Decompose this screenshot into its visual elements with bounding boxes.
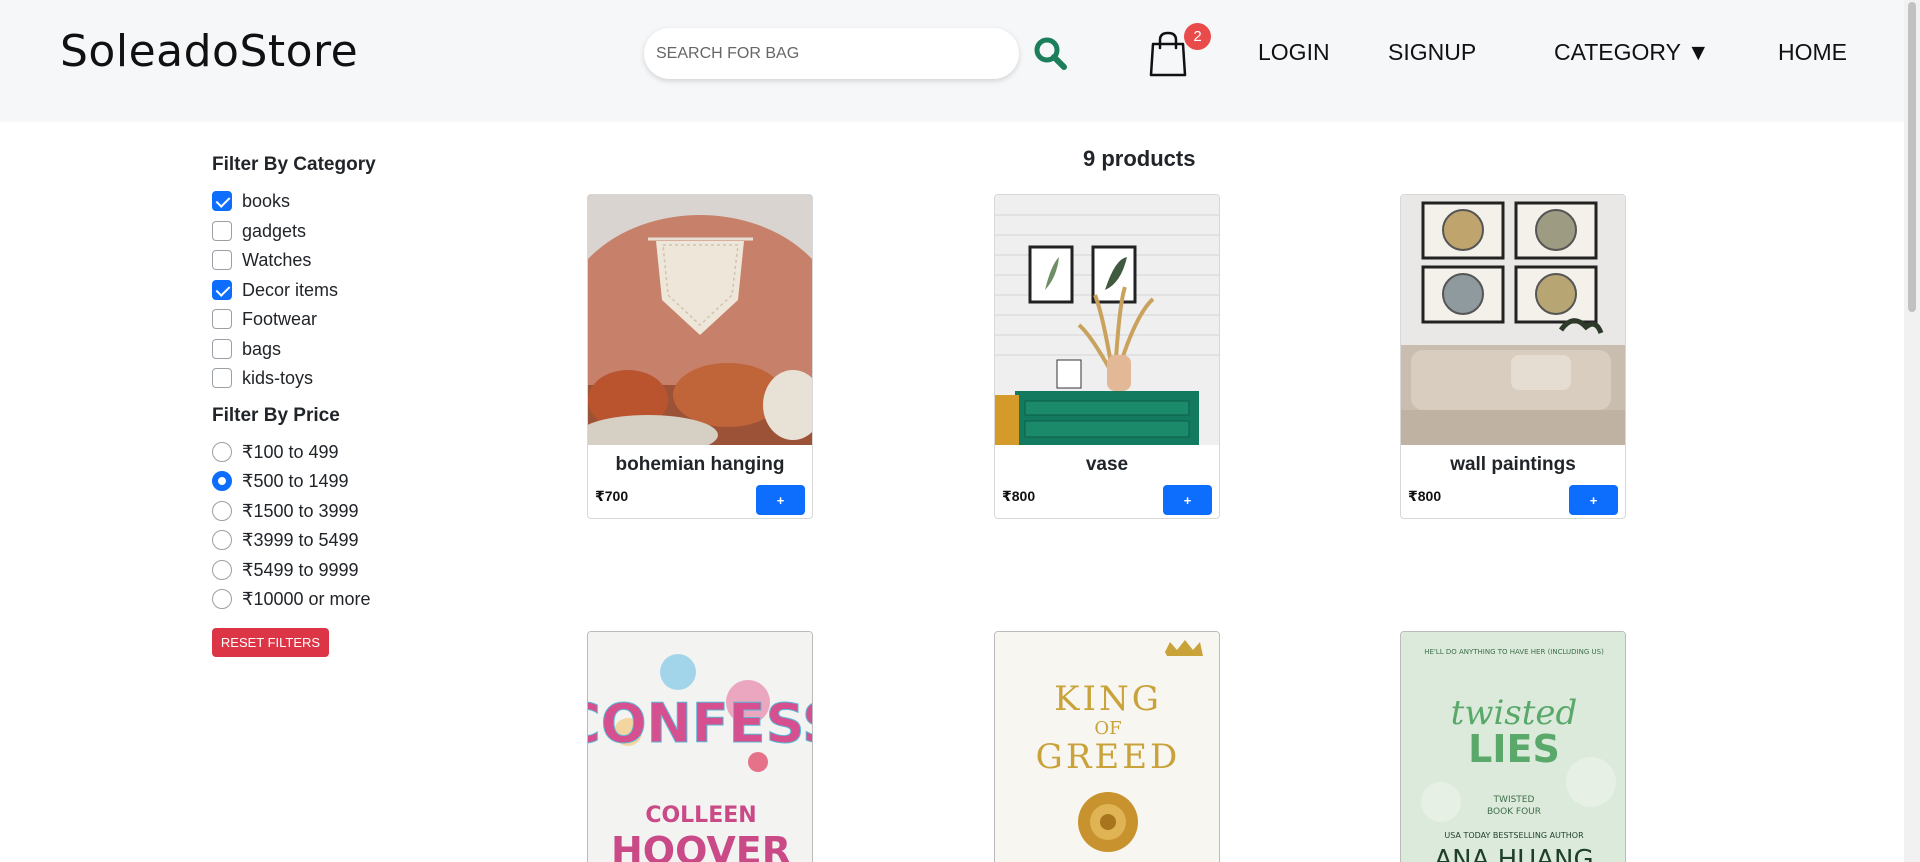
book-title: LIES	[1468, 727, 1560, 771]
filter-category-title: Filter By Category	[212, 154, 376, 175]
product-price: ₹700	[595, 488, 629, 504]
filter-label: kids-toys	[242, 367, 314, 388]
product-card[interactable]: CONFESS COLLEEN HOOVER	[587, 631, 813, 862]
filter-category-footwear[interactable]: Footwear	[212, 308, 317, 330]
book-title: KING	[1054, 679, 1162, 719]
product-price: ₹800	[1002, 488, 1036, 504]
reset-filters-button[interactable]: RESET FILTERS	[212, 628, 329, 657]
radio-button[interactable]	[212, 530, 232, 550]
product-card[interactable]: HE'LL DO ANYTHING TO HAVE HER (INCLUDING…	[1400, 631, 1626, 862]
checkbox[interactable]	[212, 280, 232, 300]
cart-count-badge: 2	[1184, 23, 1211, 50]
product-card[interactable]: wall paintings ₹800 +	[1400, 194, 1626, 519]
filter-price-10000-plus[interactable]: ₹10000 or more	[212, 588, 371, 610]
filter-label: ₹5499 to 9999	[242, 559, 359, 580]
book-title: CONFESS	[588, 692, 813, 755]
book-title: OF	[1094, 718, 1121, 739]
filter-label: ₹500 to 1499	[242, 470, 349, 491]
product-card[interactable]: KING OF GREED	[994, 631, 1220, 862]
filter-category-decor-items[interactable]: Decor items	[212, 279, 338, 301]
filter-label: books	[242, 190, 291, 211]
product-image[interactable]	[1401, 195, 1625, 445]
filter-category-kids-toys[interactable]: kids-toys	[212, 367, 313, 389]
filter-label: Decor items	[242, 279, 339, 300]
product-name: vase	[1085, 454, 1129, 475]
product-image[interactable]: CONFESS COLLEEN HOOVER	[588, 632, 813, 862]
book-series: TWISTED	[1493, 795, 1535, 805]
book-tagline: USA TODAY BESTSELLING AUTHOR	[1444, 831, 1584, 840]
filter-price-500-1499[interactable]: ₹500 to 1499	[212, 470, 349, 492]
nav-login[interactable]: LOGIN	[1258, 39, 1330, 66]
product-card[interactable]: vase ₹800 +	[994, 194, 1220, 519]
filter-category-bags[interactable]: bags	[212, 338, 281, 360]
product-image[interactable]	[995, 195, 1219, 445]
radio-button[interactable]	[212, 589, 232, 609]
filter-label: ₹1500 to 3999	[242, 500, 359, 521]
product-image[interactable]	[588, 195, 812, 445]
filter-price-100-499[interactable]: ₹100 to 499	[212, 441, 339, 463]
checkbox[interactable]	[212, 368, 232, 388]
product-name: wall paintings	[1450, 454, 1576, 475]
book-author: ANA HUANG	[1434, 845, 1593, 862]
filter-label: Footwear	[242, 308, 318, 329]
header: SoleadoStore 2 LOGIN SIGNUP CATEGORY ▼ H…	[0, 0, 1904, 122]
product-image[interactable]: KING OF GREED	[995, 632, 1220, 862]
filter-price-title: Filter By Price	[212, 405, 340, 426]
filter-category-watches[interactable]: Watches	[212, 249, 311, 271]
products-count: 9 products	[1083, 146, 1196, 171]
shopping-bag-icon[interactable]	[1148, 30, 1188, 78]
filter-category-gadgets[interactable]: gadgets	[212, 220, 306, 242]
nav-signup[interactable]: SIGNUP	[1388, 39, 1476, 66]
product-card[interactable]: bohemian hanging ₹700 +	[587, 194, 813, 519]
radio-button[interactable]	[212, 560, 232, 580]
search-input[interactable]	[644, 28, 1019, 79]
filter-price-5499-9999[interactable]: ₹5499 to 9999	[212, 559, 359, 581]
checkbox[interactable]	[212, 250, 232, 270]
filter-label: gadgets	[242, 220, 307, 241]
checkbox[interactable]	[212, 221, 232, 241]
filter-label: ₹100 to 499	[242, 441, 339, 462]
filter-label: bags	[242, 338, 282, 359]
book-tagline: HE'LL DO ANYTHING TO HAVE HER (INCLUDING…	[1424, 648, 1604, 656]
add-to-cart-button[interactable]: +	[1569, 485, 1618, 515]
filter-label: ₹10000 or more	[242, 588, 371, 609]
checkbox[interactable]	[212, 309, 232, 329]
nav-home[interactable]: HOME	[1778, 39, 1847, 66]
filter-label: ₹3999 to 5499	[242, 529, 359, 550]
checkbox[interactable]	[212, 339, 232, 359]
filter-category-books[interactable]: books	[212, 190, 290, 212]
radio-button[interactable]	[212, 471, 232, 491]
product-image[interactable]: HE'LL DO ANYTHING TO HAVE HER (INCLUDING…	[1401, 632, 1626, 862]
search-icon[interactable]	[1033, 36, 1067, 70]
book-author: HOOVER	[611, 829, 791, 862]
filter-price-1500-3999[interactable]: ₹1500 to 3999	[212, 500, 359, 522]
filter-label: Watches	[242, 249, 312, 270]
book-author: COLLEEN	[645, 803, 756, 828]
product-name: bohemian hanging	[615, 454, 785, 475]
book-series: BOOK FOUR	[1487, 807, 1541, 817]
scrollbar-thumb[interactable]	[1908, 2, 1916, 312]
nav-category-dropdown[interactable]: CATEGORY ▼	[1554, 39, 1710, 66]
radio-button[interactable]	[212, 501, 232, 521]
checkbox[interactable]	[212, 191, 232, 211]
book-title: GREED	[1036, 737, 1181, 777]
add-to-cart-button[interactable]: +	[1163, 485, 1212, 515]
store-logo[interactable]: SoleadoStore	[60, 26, 358, 77]
radio-button[interactable]	[212, 442, 232, 462]
filter-price-3999-5499[interactable]: ₹3999 to 5499	[212, 529, 359, 551]
product-price: ₹800	[1408, 488, 1442, 504]
add-to-cart-button[interactable]: +	[756, 485, 805, 515]
